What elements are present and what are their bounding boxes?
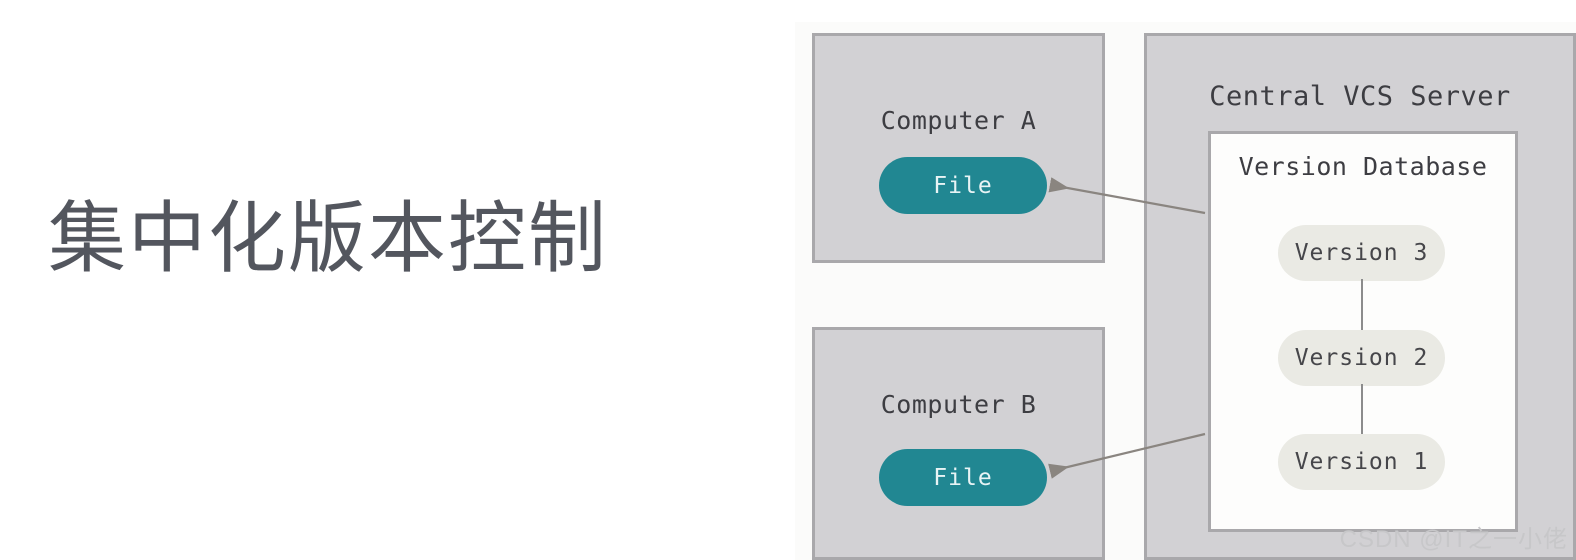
version-connector-3-2: [1361, 279, 1363, 332]
panel-central-vcs-server: Central VCS Server Version Database Vers…: [1144, 33, 1576, 560]
watermark: CSDN @IT之一小佬: [1339, 526, 1568, 553]
version-node-2: Version 2: [1278, 330, 1445, 386]
panel-computer-a: Computer A File: [812, 33, 1105, 263]
page-title: 集中化版本控制: [48, 194, 609, 282]
diagram-canvas: 集中化版本控制 Computer A File Computer B File …: [0, 0, 1576, 560]
file-node-computer-b: File: [879, 449, 1047, 506]
version-node-1: Version 1: [1278, 434, 1445, 490]
version-database-box: Version Database Version 3 Version 2 Ver…: [1208, 131, 1518, 532]
centralized-vcs-diagram: Computer A File Computer B File Central …: [795, 22, 1576, 560]
version-database-title: Version Database: [1238, 152, 1488, 181]
file-node-computer-a: File: [879, 157, 1047, 214]
panel-computer-b: Computer B File: [812, 327, 1105, 560]
panel-computer-a-title: Computer A: [880, 106, 1037, 135]
version-connector-2-1: [1361, 384, 1363, 436]
panel-computer-b-title: Computer B: [880, 390, 1037, 419]
panel-central-vcs-server-title: Central VCS Server: [1209, 81, 1511, 112]
version-node-3: Version 3: [1278, 225, 1445, 281]
